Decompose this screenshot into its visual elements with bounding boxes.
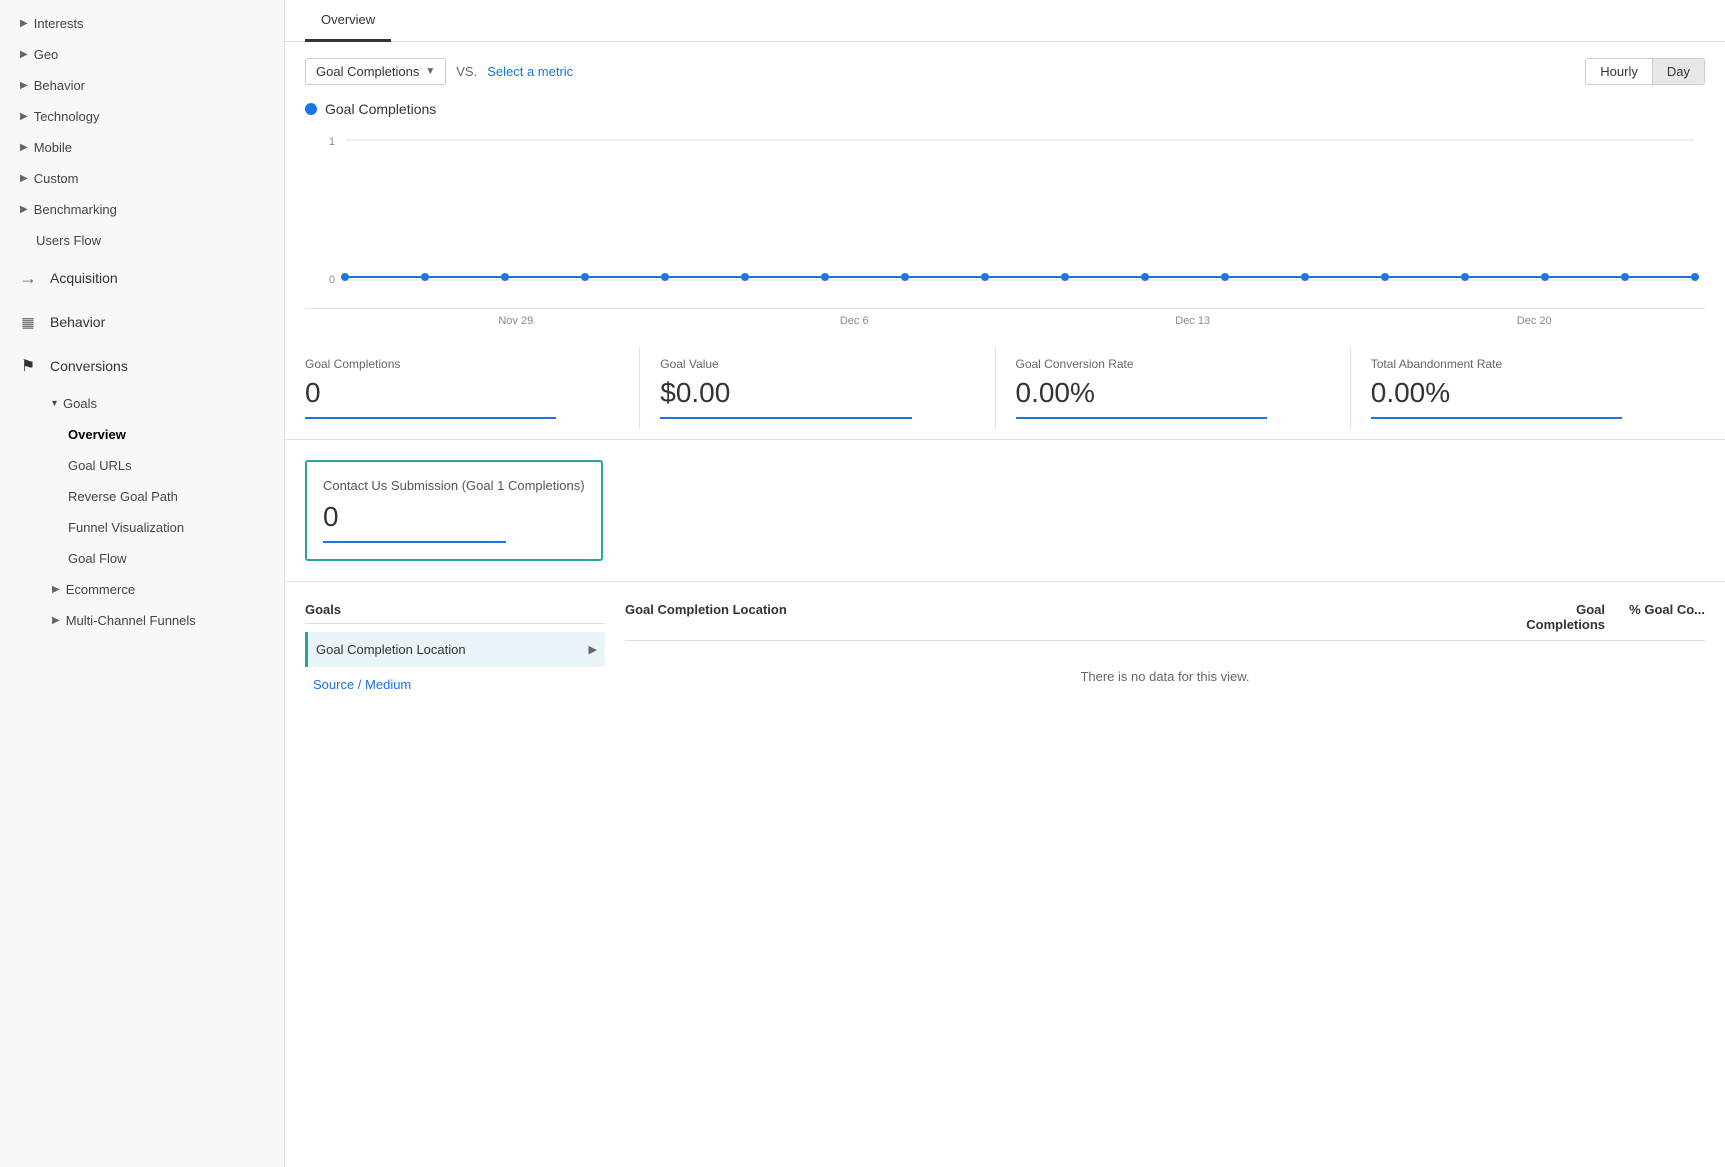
sidebar-item-goal-urls[interactable]: Goal URLs — [0, 450, 284, 481]
metric-card-value: 0 — [305, 377, 619, 409]
conversions-icon: ⚑ — [16, 354, 40, 378]
goals-panel-link-source-medium[interactable]: Source / Medium — [305, 667, 605, 702]
metric-card-value: $0.00 — [660, 377, 974, 409]
tabs-bar: Overview — [285, 0, 1725, 42]
goals-panel-title: Goals — [305, 602, 605, 624]
sidebar-item-custom[interactable]: ▶ Custom — [0, 163, 284, 194]
main-content: Overview Goal Completions ▼ VS. Select a… — [285, 0, 1725, 1167]
sidebar-item-geo[interactable]: ▶ Geo — [0, 39, 284, 70]
sidebar-item-ecommerce[interactable]: ▶ Ecommerce — [0, 574, 284, 605]
chevron-right-icon: ▶ — [20, 80, 28, 91]
sidebar-item-multi-channel[interactable]: ▶ Multi-Channel Funnels — [0, 605, 284, 636]
metric-card-label: Total Abandonment Rate — [1371, 357, 1685, 371]
metric-card-value: Goal Value $0.00 — [640, 347, 995, 429]
metric-card-completions: Goal Completions 0 — [305, 347, 640, 429]
date-labels: Nov 29 Dec 6 Dec 13 Dec 20 — [305, 308, 1705, 327]
metric-card-label: Goal Value — [660, 357, 974, 371]
goal-card: Contact Us Submission (Goal 1 Completion… — [305, 460, 603, 561]
bottom-section: Goals Goal Completion Location ▶ Source … — [285, 581, 1725, 724]
sidebar-item-benchmarking[interactable]: ▶ Benchmarking — [0, 194, 284, 225]
date-label-dec13: Dec 13 — [1175, 315, 1210, 327]
svg-text:0: 0 — [329, 274, 335, 286]
sidebar-item-overview[interactable]: Overview — [0, 419, 284, 450]
svg-text:1: 1 — [329, 136, 335, 148]
chevron-right-icon: ▶ — [52, 584, 60, 595]
sidebar-category-conversions[interactable]: ⚑ Conversions — [0, 344, 284, 388]
table-col-pct: % Goal Co... — [1605, 602, 1705, 632]
data-table-header: Goal Completion Location GoalCompletions… — [625, 602, 1705, 641]
metric-card-abandonment-rate: Total Abandonment Rate 0.00% — [1351, 347, 1705, 429]
metric-card-bar — [1371, 417, 1622, 419]
metric-card-value: 0.00% — [1016, 377, 1330, 409]
chart-area: Goal Completions ▼ VS. Select a metric H… — [285, 42, 1725, 327]
metric-card-label: Goal Conversion Rate — [1016, 357, 1330, 371]
chevron-right-icon: ▶ — [52, 615, 60, 626]
vs-label: VS. — [456, 64, 477, 79]
sidebar: ▶ Interests ▶ Geo ▶ Behavior ▶ Technolog… — [0, 0, 285, 1167]
chart-legend: Goal Completions — [305, 101, 1705, 117]
metric-card-bar — [660, 417, 911, 419]
chevron-right-icon: ▶ — [20, 18, 28, 29]
sidebar-item-mobile[interactable]: ▶ Mobile — [0, 132, 284, 163]
chevron-down-icon: ▾ — [52, 398, 57, 409]
sidebar-category-behavior[interactable]: ▦ Behavior — [0, 300, 284, 344]
metric-card-label: Goal Completions — [305, 357, 619, 371]
chevron-right-icon: ▶ — [589, 643, 597, 656]
sidebar-item-goals[interactable]: ▾ Goals — [0, 388, 284, 419]
sidebar-item-funnel-visualization[interactable]: Funnel Visualization — [0, 512, 284, 543]
metric-card-bar — [1016, 417, 1267, 419]
tab-overview[interactable]: Overview — [305, 0, 391, 42]
goal-card-title: Contact Us Submission (Goal 1 Completion… — [323, 478, 585, 493]
chevron-right-icon: ▶ — [20, 142, 28, 153]
chevron-right-icon: ▶ — [20, 204, 28, 215]
chevron-right-icon: ▶ — [20, 49, 28, 60]
goal-card-value: 0 — [323, 501, 585, 533]
chart-svg: 1 0 — [305, 125, 1705, 305]
chevron-right-icon: ▶ — [20, 173, 28, 184]
hourly-button[interactable]: Hourly — [1586, 59, 1653, 84]
select-metric-link[interactable]: Select a metric — [487, 64, 573, 79]
sidebar-item-behavior[interactable]: ▶ Behavior — [0, 70, 284, 101]
goal-card-container: Contact Us Submission (Goal 1 Completion… — [285, 440, 1725, 581]
sidebar-item-goal-flow[interactable]: Goal Flow — [0, 543, 284, 574]
date-label-nov29: Nov 29 — [498, 315, 533, 327]
chart-svg-container: 1 0 — [305, 125, 1705, 308]
sidebar-item-reverse-goal-path[interactable]: Reverse Goal Path — [0, 481, 284, 512]
acquisition-icon: → — [16, 266, 40, 290]
date-label-dec20: Dec 20 — [1517, 315, 1552, 327]
data-table-section: Goal Completion Location GoalCompletions… — [625, 602, 1705, 704]
metric-dropdown[interactable]: Goal Completions ▼ — [305, 58, 446, 85]
day-button[interactable]: Day — [1653, 59, 1704, 84]
table-no-data: There is no data for this view. — [625, 649, 1705, 704]
sidebar-item-interests[interactable]: ▶ Interests — [0, 8, 284, 39]
metric-card-conversion-rate: Goal Conversion Rate 0.00% — [996, 347, 1351, 429]
behavior-icon: ▦ — [16, 310, 40, 334]
dropdown-arrow-icon: ▼ — [425, 66, 435, 77]
chevron-right-icon: ▶ — [20, 111, 28, 122]
metric-card-bar — [305, 417, 556, 419]
metric-card-value: 0.00% — [1371, 377, 1685, 409]
metric-cards: Goal Completions 0 Goal Value $0.00 Goal… — [285, 327, 1725, 440]
chart-controls: Goal Completions ▼ VS. Select a metric H… — [305, 58, 1705, 85]
chart-controls-left: Goal Completions ▼ VS. Select a metric — [305, 58, 573, 85]
goal-card-bar — [323, 541, 506, 543]
goals-panel: Goals Goal Completion Location ▶ Source … — [305, 602, 605, 704]
hourly-day-toggle: Hourly Day — [1585, 58, 1705, 85]
legend-dot-icon — [305, 103, 317, 115]
goals-panel-item-completion-location[interactable]: Goal Completion Location ▶ — [305, 632, 605, 667]
sidebar-item-users-flow[interactable]: Users Flow — [0, 225, 284, 256]
date-label-dec6: Dec 6 — [840, 315, 869, 327]
legend-label: Goal Completions — [325, 101, 436, 117]
sidebar-category-acquisition[interactable]: → Acquisition — [0, 256, 284, 300]
sidebar-item-technology[interactable]: ▶ Technology — [0, 101, 284, 132]
table-col-location: Goal Completion Location — [625, 602, 1485, 632]
table-col-completions: GoalCompletions — [1485, 602, 1605, 632]
